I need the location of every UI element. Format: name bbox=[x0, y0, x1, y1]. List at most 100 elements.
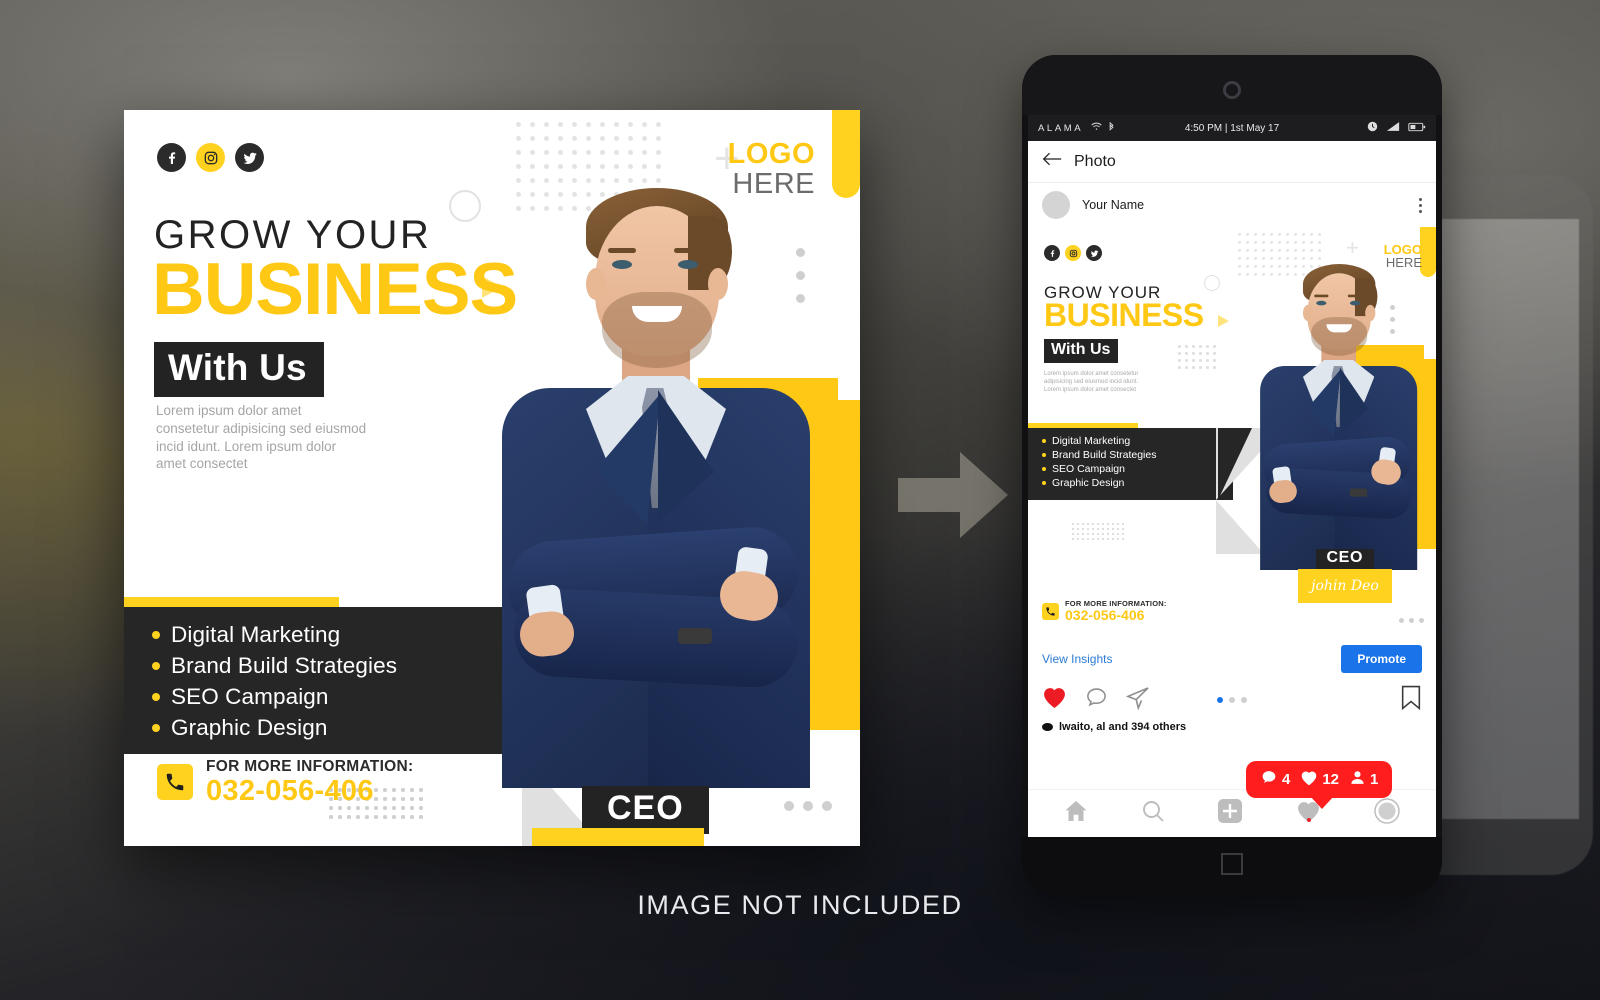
twitter-icon[interactable] bbox=[235, 143, 264, 172]
add-icon[interactable] bbox=[1217, 798, 1243, 829]
instagram-icon[interactable] bbox=[1065, 245, 1081, 261]
page-title: Photo bbox=[1074, 152, 1116, 170]
dot-grid-decoration bbox=[1072, 523, 1126, 549]
dots-decoration bbox=[784, 801, 832, 811]
notification-dot bbox=[1306, 817, 1311, 822]
services-list: Digital Marketing Brand Build Strategies… bbox=[1042, 435, 1156, 491]
services-yellow-accent bbox=[124, 597, 339, 607]
bullet-icon bbox=[152, 724, 160, 732]
heart-icon[interactable] bbox=[1042, 686, 1067, 714]
businessman-photo bbox=[1236, 227, 1436, 595]
contact-block: FOR MORE INFORMATION: 032-056-406 bbox=[157, 758, 414, 806]
person-name: johin Deo bbox=[1311, 578, 1379, 594]
role-tag: CEO bbox=[582, 786, 709, 834]
instagram-icon[interactable] bbox=[196, 143, 225, 172]
contact-label: FOR MORE INFORMATION: bbox=[206, 757, 414, 775]
wifi-icon bbox=[1091, 122, 1102, 134]
bluetooth-icon bbox=[1108, 121, 1115, 135]
list-item: Graphic Design bbox=[1042, 477, 1156, 489]
service-label: Digital Marketing bbox=[1052, 435, 1131, 447]
social-icons-group[interactable] bbox=[1044, 245, 1102, 261]
right-arrow-icon bbox=[898, 452, 1008, 538]
recents-button-icon[interactable] bbox=[1221, 853, 1243, 875]
username-label: Your Name bbox=[1082, 198, 1145, 212]
status-right-icons bbox=[1367, 121, 1426, 135]
services-list: Digital Marketing Brand Build Strategies… bbox=[152, 622, 397, 746]
name-tag: johin Deo bbox=[1298, 569, 1392, 603]
poster-preview[interactable]: + LOGO HERE GROW YOUR BUSINESS With Us L… bbox=[124, 110, 860, 846]
status-bar: ALAMA 4:50 PM | 1st May 17 bbox=[1028, 115, 1436, 141]
list-item: Digital Marketing bbox=[1042, 435, 1156, 447]
name-tag: johin Deo bbox=[532, 828, 704, 846]
profile-icon[interactable] bbox=[1373, 798, 1400, 829]
phone-mockup: ALAMA 4:50 PM | 1st May 17 Photo Your Na… bbox=[1022, 55, 1442, 895]
service-label: SEO Campaign bbox=[171, 684, 329, 709]
battery-icon bbox=[1408, 122, 1426, 135]
bullet-icon bbox=[152, 662, 160, 670]
carousel-page-dots bbox=[1217, 697, 1247, 703]
bullet-icon bbox=[1042, 481, 1046, 485]
twitter-icon[interactable] bbox=[1086, 245, 1102, 261]
facebook-icon[interactable] bbox=[1044, 245, 1060, 261]
headline-line-3: With Us bbox=[154, 342, 324, 397]
signal-icon bbox=[1386, 121, 1400, 135]
circle-outline-decoration bbox=[1204, 275, 1220, 291]
badge-comments: 4 bbox=[1260, 769, 1290, 790]
back-arrow-icon[interactable] bbox=[1042, 151, 1062, 172]
comment-filled-icon bbox=[1260, 769, 1278, 790]
likes-summary-row: lwaito, al and 394 others bbox=[1028, 717, 1436, 733]
bookmark-icon[interactable] bbox=[1400, 685, 1422, 715]
poster-canvas: + LOGO HERE GROW YOUR BUSINESS With Us L… bbox=[124, 110, 860, 846]
home-icon[interactable] bbox=[1064, 800, 1088, 827]
likes-text: lwaito, al and 394 others bbox=[1059, 721, 1187, 733]
post-image[interactable]: + LOGO HERE GROW YOUR BUSINESS With Us L… bbox=[1028, 227, 1436, 635]
contact-block: FOR MORE INFORMATION: 032-056-406 bbox=[1042, 599, 1167, 623]
view-insights-link[interactable]: View Insights bbox=[1042, 652, 1112, 666]
service-label: Graphic Design bbox=[171, 715, 328, 740]
social-icons-group[interactable] bbox=[157, 143, 264, 172]
bullet-icon bbox=[1042, 439, 1046, 443]
list-item: SEO Campaign bbox=[1042, 463, 1156, 475]
badge-likes-count: 12 bbox=[1322, 771, 1340, 788]
list-item: Brand Build Strategies bbox=[152, 653, 397, 679]
promote-button[interactable]: Promote bbox=[1341, 645, 1422, 673]
search-icon[interactable] bbox=[1141, 799, 1165, 828]
badge-tail bbox=[1310, 796, 1334, 809]
badge-comments-count: 4 bbox=[1282, 771, 1291, 788]
share-icon[interactable] bbox=[1125, 686, 1150, 715]
liker-avatar bbox=[1042, 723, 1053, 731]
person-name: johin Deo bbox=[550, 844, 685, 847]
contact-phone: 032-056-406 bbox=[206, 774, 374, 807]
alarm-icon bbox=[1367, 121, 1378, 135]
notification-badge: 4 12 1 bbox=[1246, 761, 1393, 809]
post-header-row: Your Name bbox=[1028, 183, 1436, 227]
comment-icon[interactable] bbox=[1085, 686, 1108, 714]
phone-ringing-icon bbox=[1042, 602, 1059, 620]
list-item: SEO Campaign bbox=[152, 684, 397, 710]
kebab-menu-icon[interactable] bbox=[1419, 197, 1422, 213]
list-item: Brand Build Strategies bbox=[1042, 449, 1156, 461]
avatar[interactable] bbox=[1042, 191, 1070, 219]
businessman-photo bbox=[490, 182, 820, 788]
badge-likes: 12 bbox=[1300, 770, 1339, 790]
phone-screen: ALAMA 4:50 PM | 1st May 17 Photo Your Na… bbox=[1028, 115, 1436, 837]
heart-filled-icon bbox=[1300, 770, 1318, 790]
service-label: Graphic Design bbox=[1052, 477, 1125, 489]
poster-photo-area bbox=[440, 110, 860, 788]
service-label: Brand Build Strategies bbox=[1052, 449, 1157, 461]
image-not-included-caption: IMAGE NOT INCLUDED bbox=[637, 890, 963, 920]
status-time: 4:50 PM | 1st May 17 bbox=[1184, 122, 1280, 134]
dot-grid-decoration bbox=[1178, 345, 1220, 375]
headline-line-3: With Us bbox=[1044, 339, 1119, 363]
facebook-icon[interactable] bbox=[157, 143, 186, 172]
app-header: Photo bbox=[1028, 141, 1436, 183]
person-filled-icon bbox=[1349, 769, 1366, 790]
front-camera-icon bbox=[1223, 81, 1241, 99]
bullet-icon bbox=[1042, 467, 1046, 471]
carrier-label: ALAMA bbox=[1038, 122, 1084, 134]
post-actions-row: 4 12 1 bbox=[1028, 679, 1436, 809]
service-label: Brand Build Strategies bbox=[171, 653, 398, 678]
dots-decoration bbox=[1399, 618, 1424, 623]
headline-line-2: BUSINESS bbox=[1044, 297, 1204, 333]
bullet-icon bbox=[1042, 453, 1046, 457]
